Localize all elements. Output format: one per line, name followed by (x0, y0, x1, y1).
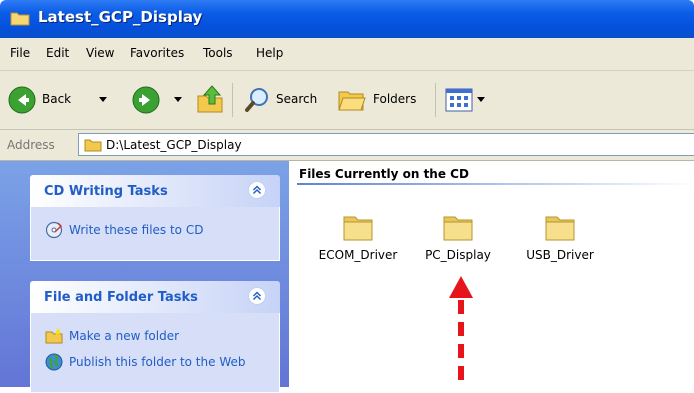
back-arrow-icon (8, 86, 36, 114)
folder-name: ECOM_Driver (318, 248, 398, 262)
globe-icon (45, 353, 63, 371)
forward-button[interactable] (132, 86, 186, 114)
search-label: Search (276, 92, 318, 106)
folder-item-usb-driver[interactable]: USB_Driver (515, 209, 605, 262)
folders-icon (338, 91, 366, 111)
collapse-chevron-icon[interactable] (248, 181, 266, 199)
menu-file[interactable]: File (10, 46, 30, 60)
cd-write-icon (45, 221, 63, 239)
collapse-chevron-icon[interactable] (248, 287, 266, 305)
toolbar: Back Search Folders (0, 71, 694, 130)
search-icon (245, 88, 268, 112)
chevron-down-icon[interactable] (99, 97, 107, 103)
menu-bar: File Edit View Favorites Tools Help (0, 38, 694, 71)
toolbar-separator (435, 83, 436, 117)
views-button[interactable] (445, 86, 493, 114)
address-path: D:\Latest_GCP_Display (106, 138, 242, 152)
folder-item-ecom-driver[interactable]: ECOM_Driver (313, 209, 403, 262)
annotation-arrow-icon (449, 276, 473, 387)
folder-icon (84, 139, 102, 152)
file-list-pane: Files Currently on the CD ECOM_Driver PC… (289, 161, 694, 387)
window-title: Latest_GCP_Display (38, 8, 203, 26)
group-divider (297, 183, 694, 185)
menu-edit[interactable]: Edit (46, 46, 69, 60)
folders-label: Folders (373, 92, 417, 106)
panel-header[interactable]: CD Writing Tasks (30, 175, 280, 207)
forward-arrow-icon (132, 86, 160, 114)
folder-item-pc-display[interactable]: PC_Display (413, 209, 503, 262)
back-label: Back (42, 92, 72, 106)
address-bar: Address D:\Latest_GCP_Display (0, 130, 694, 161)
address-input[interactable]: D:\Latest_GCP_Display (78, 133, 694, 156)
task-pane: CD Writing Tasks Write these files to CD… (0, 161, 289, 393)
menu-tools[interactable]: Tools (203, 46, 233, 60)
cd-writing-tasks-panel: CD Writing Tasks Write these files to CD (30, 175, 280, 261)
panel-header[interactable]: File and Folder Tasks (30, 281, 280, 313)
menu-favorites[interactable]: Favorites (130, 46, 184, 60)
folder-name: USB_Driver (526, 248, 594, 262)
search-button[interactable]: Search (244, 86, 330, 114)
task-label: Write these files to CD (69, 223, 204, 237)
menu-help[interactable]: Help (256, 46, 283, 60)
menu-view[interactable]: View (86, 46, 114, 60)
group-title: Files Currently on the CD (299, 167, 469, 181)
folder-icon (10, 12, 30, 26)
folder-name: PC_Display (425, 248, 491, 262)
panel-title: CD Writing Tasks (44, 184, 168, 199)
up-folder-icon[interactable] (196, 84, 224, 114)
task-label: Publish this folder to the Web (69, 355, 246, 369)
toolbar-separator (232, 83, 233, 117)
title-bar: Latest_GCP_Display (0, 0, 694, 38)
folder-icon (545, 216, 575, 241)
file-folder-tasks-panel: File and Folder Tasks Make a new folder … (30, 281, 280, 393)
chevron-down-icon[interactable] (477, 97, 485, 103)
chevron-down-icon[interactable] (174, 97, 182, 103)
views-icon (445, 88, 473, 112)
folder-icon (343, 216, 373, 241)
panel-title: File and Folder Tasks (44, 290, 198, 305)
address-label: Address (7, 138, 55, 152)
new-folder-icon (45, 328, 63, 344)
task-label: Make a new folder (69, 329, 180, 343)
folder-icon (443, 216, 473, 241)
panel-body: Make a new folder Publish this folder to… (30, 313, 280, 393)
back-button[interactable]: Back (8, 86, 128, 114)
panel-body: Write these files to CD (30, 207, 280, 261)
folders-button[interactable]: Folders (337, 86, 427, 114)
